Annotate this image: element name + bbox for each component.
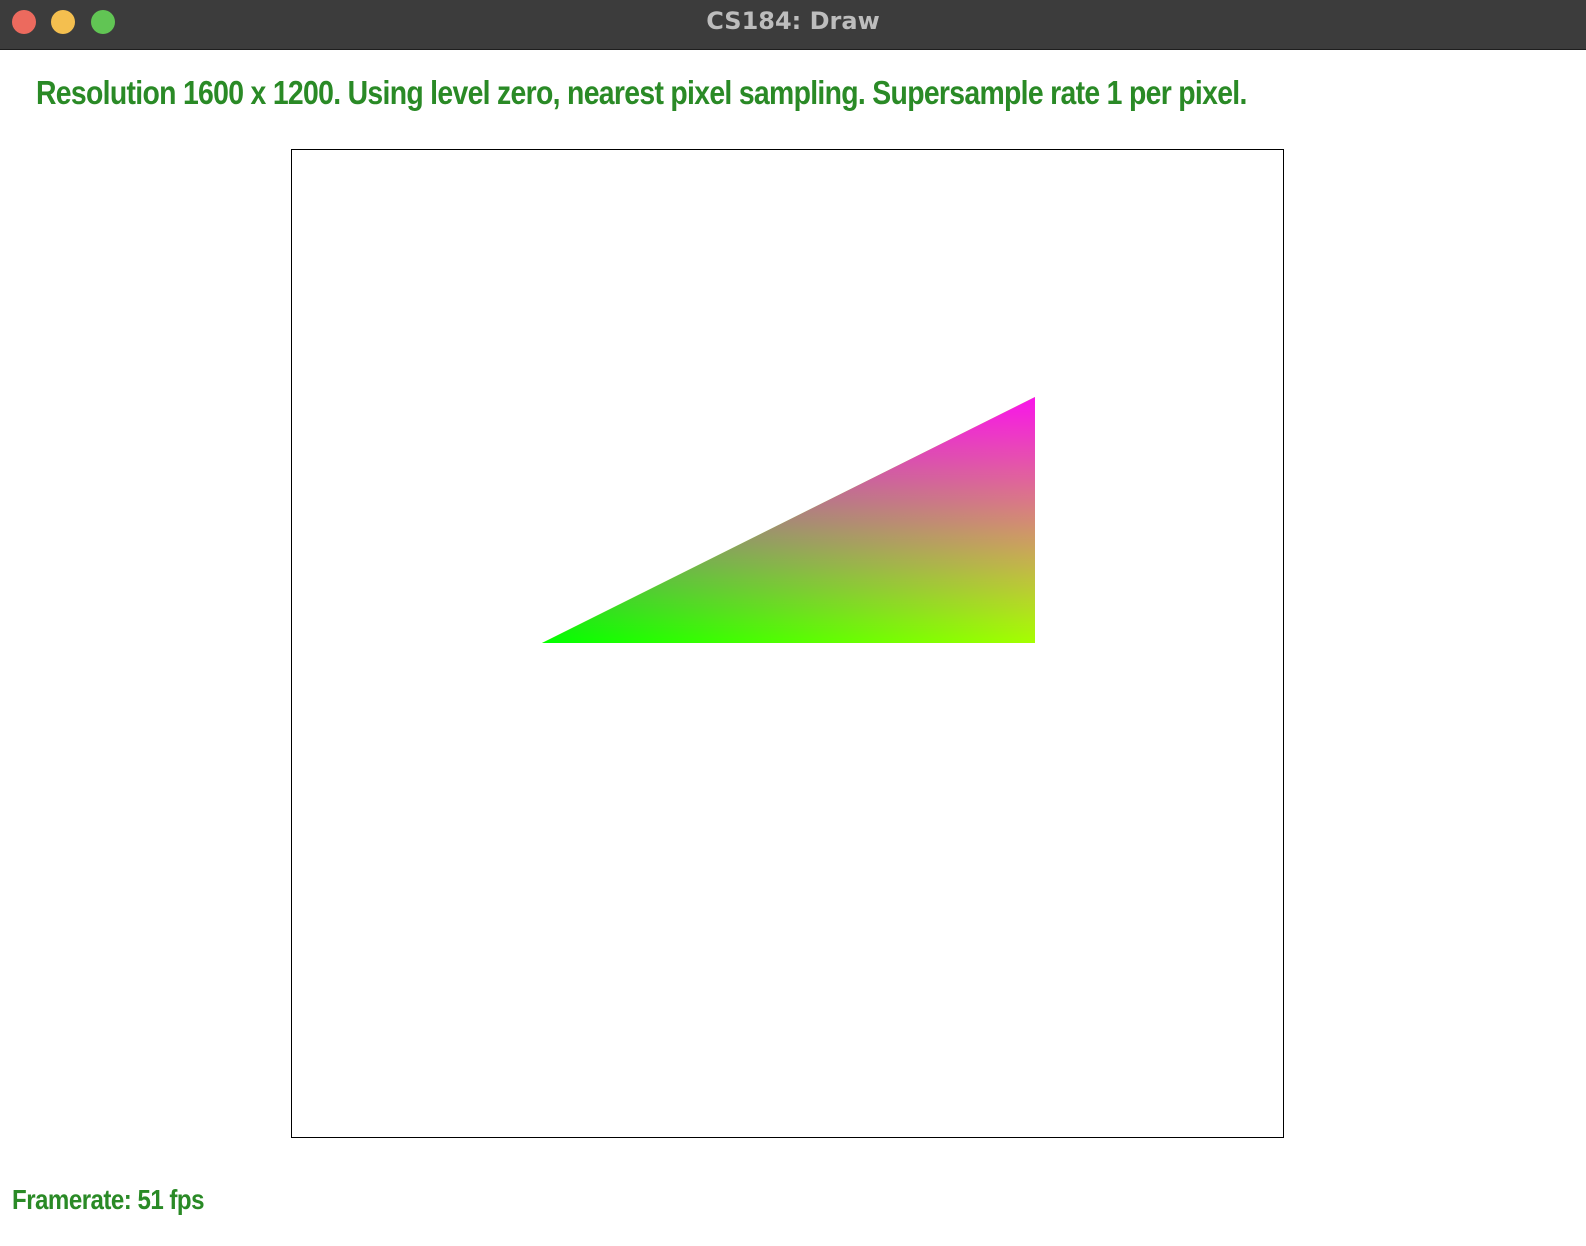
title-bar: CS184: Draw [0, 0, 1586, 50]
gradient-triangle [542, 397, 1035, 643]
framerate-readout: Framerate: 51 fps [12, 1184, 204, 1215]
render-canvas[interactable] [291, 149, 1284, 1138]
window-title: CS184: Draw [706, 7, 880, 35]
render-svg [542, 397, 1035, 643]
app-window: CS184: Draw Resolution 1600 x 1200. Usin… [0, 0, 1586, 1246]
status-text: Resolution 1600 x 1200. Using level zero… [36, 74, 1247, 111]
